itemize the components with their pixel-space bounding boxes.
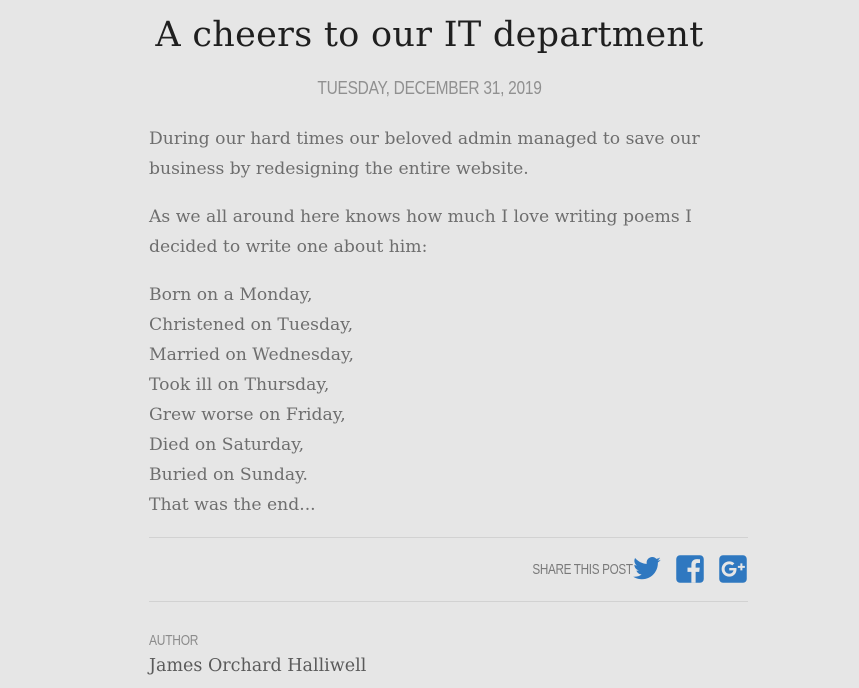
poem-line: Married on Wednesday, bbox=[149, 345, 354, 365]
facebook-icon[interactable] bbox=[675, 554, 705, 584]
post-date: TUESDAY, DECEMBER 31, 2019 bbox=[317, 78, 542, 98]
share-divider-bottom bbox=[149, 601, 748, 602]
post-paragraph: As we all around here knows how much I l… bbox=[149, 207, 692, 257]
poem-line: That was the end... bbox=[149, 495, 316, 515]
share-divider-top bbox=[149, 537, 748, 538]
poem-line: Born on a Monday, bbox=[149, 285, 313, 305]
twitter-icon[interactable] bbox=[632, 554, 662, 584]
poem-line: Grew worse on Friday, bbox=[149, 405, 346, 425]
poem: Born on a Monday, Christened on Tuesday,… bbox=[149, 280, 749, 520]
share-label: SHARE THIS POST bbox=[532, 560, 634, 578]
poem-line: Died on Saturday, bbox=[149, 435, 305, 455]
author-label: AUTHOR bbox=[149, 632, 199, 649]
post-body: During our hard times our beloved admin … bbox=[149, 124, 749, 538]
poem-line: Took ill on Thursday, bbox=[149, 375, 330, 395]
poem-line: Christened on Tuesday, bbox=[149, 315, 354, 335]
post-title: A cheers to our IT department bbox=[155, 15, 704, 55]
post-paragraph: During our hard times our beloved admin … bbox=[149, 129, 700, 179]
google-plus-icon[interactable] bbox=[718, 554, 748, 584]
poem-line: Buried on Sunday. bbox=[149, 465, 308, 485]
share-bar: SHARE THIS POST bbox=[504, 553, 748, 585]
author-name[interactable]: James Orchard Halliwell bbox=[149, 653, 366, 679]
